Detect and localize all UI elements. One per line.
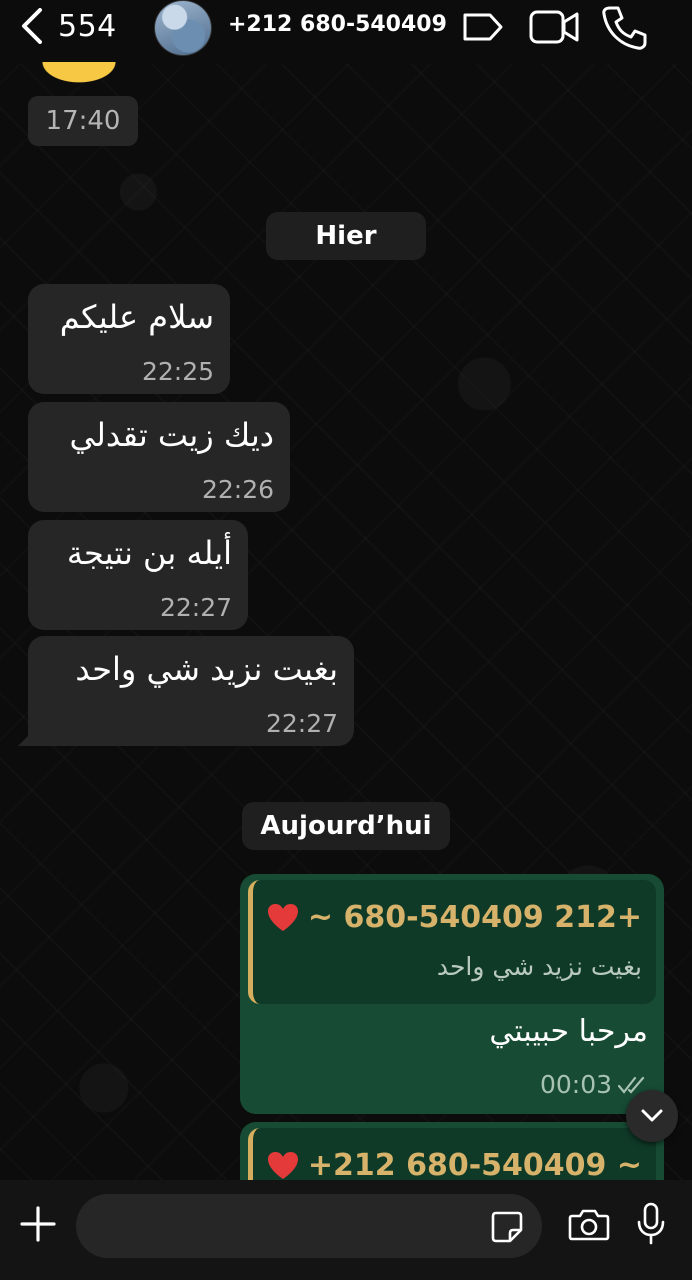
voice-call-button[interactable]: [600, 4, 648, 52]
chevron-left-icon: [22, 8, 42, 44]
sticker-icon[interactable]: [490, 1210, 524, 1244]
message-text: مرحبا حبيبتي: [489, 1014, 648, 1049]
phone-icon: [602, 6, 647, 50]
quoted-reply[interactable]: +212 680-540409 ~ بغيت نزيد شي واحد: [248, 880, 656, 1004]
heart-icon: [267, 1151, 298, 1179]
message-text: بغيت نزيد شي واحد: [75, 650, 338, 688]
message-input[interactable]: [76, 1194, 542, 1258]
camera-icon[interactable]: [568, 1206, 610, 1242]
contact-avatar[interactable]: [154, 0, 212, 56]
tag-icon: [463, 13, 503, 41]
message-time: 00:03: [539, 1070, 612, 1099]
chat-header: 554 +212 680-540409: [0, 0, 692, 64]
message-time: 22:27: [159, 593, 232, 622]
quote-author: +212 680-540409 ~: [266, 900, 642, 935]
plus-icon[interactable]: [18, 1204, 58, 1244]
quote-text: بغيت نزيد شي واحد: [436, 952, 642, 981]
incoming-message[interactable]: بغيت نزيد شي واحد 22:27: [28, 636, 354, 746]
sticker-message[interactable]: [36, 62, 122, 86]
message-text: ديك زيت تقدلي: [69, 416, 274, 454]
message-time: 22:26: [201, 475, 274, 504]
tag-button[interactable]: [462, 10, 504, 44]
message-time: 17:40: [28, 96, 138, 146]
incoming-message[interactable]: أيله بن نتيجة 22:27: [28, 520, 248, 630]
outgoing-message[interactable]: +212 680-540409 ~ بغيت نزيد شي واحد مرحب…: [240, 874, 664, 1114]
video-call-button[interactable]: [528, 8, 580, 46]
quote-author-name: +212 680-540409 ~: [307, 900, 642, 935]
message-time: 22:27: [265, 709, 338, 738]
incoming-message[interactable]: سلام عليكم 22:25: [28, 284, 230, 394]
quote-author: +212 680-540409 ~: [266, 1148, 642, 1183]
back-button[interactable]: 554: [18, 6, 128, 46]
message-time: 22:25: [141, 357, 214, 386]
message-text: سلام عليكم: [59, 298, 214, 336]
scroll-to-bottom-button[interactable]: [626, 1090, 678, 1142]
message-composer: [0, 1180, 692, 1280]
message-meta: 00:03: [540, 1070, 648, 1099]
heart-icon: [267, 903, 298, 931]
unread-count: 554: [58, 8, 117, 44]
mic-icon[interactable]: [636, 1202, 666, 1246]
date-divider: Aujourd’hui: [242, 802, 450, 850]
date-divider: Hier: [266, 212, 426, 260]
chevron-down-icon: [641, 1109, 663, 1122]
quote-author-name: +212 680-540409 ~: [307, 1148, 642, 1183]
video-icon: [529, 10, 579, 44]
contact-name[interactable]: +212 680-540409: [228, 12, 447, 37]
message-text: أيله بن نتيجة: [66, 534, 232, 572]
incoming-message[interactable]: ديك زيت تقدلي 22:26: [28, 402, 290, 512]
